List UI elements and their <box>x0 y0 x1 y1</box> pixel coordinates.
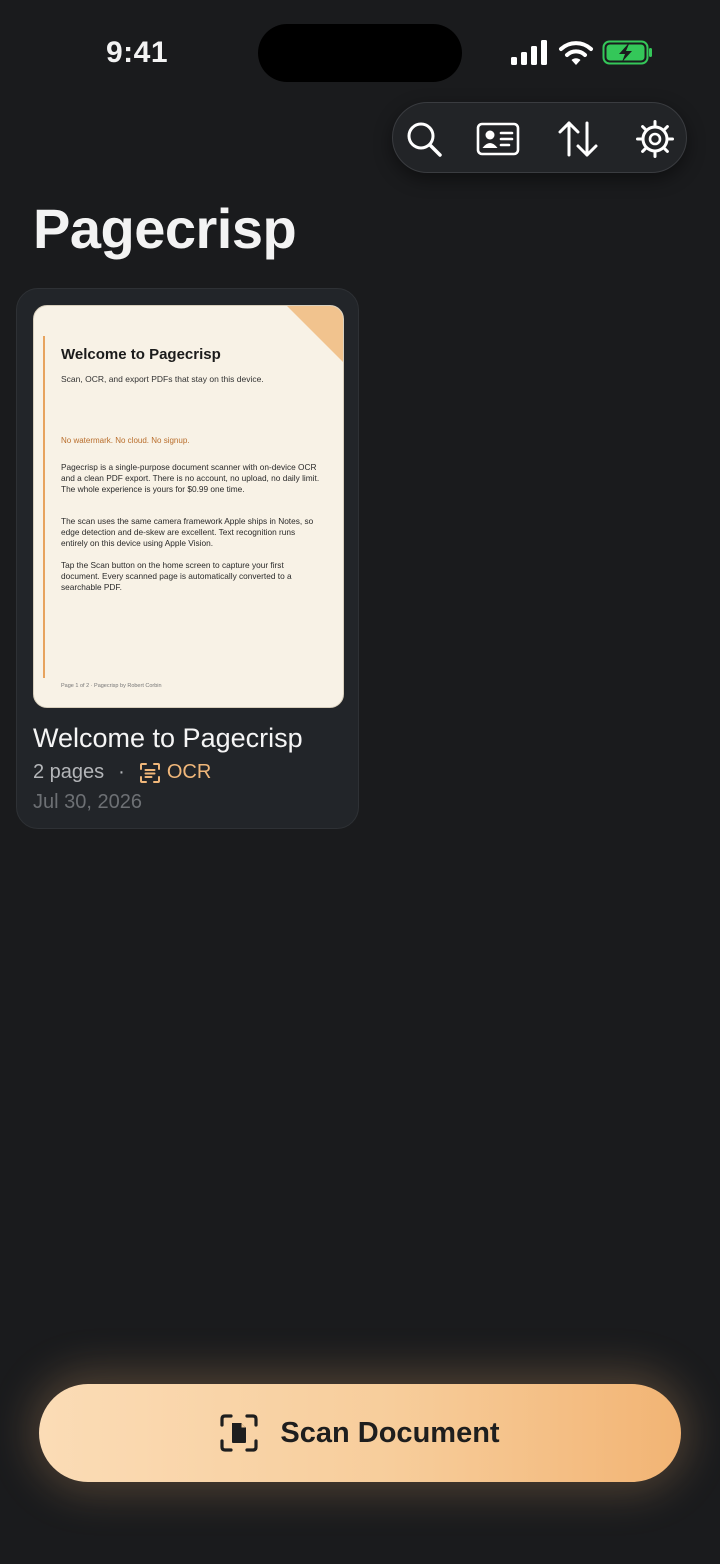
ocr-label: OCR <box>166 761 212 783</box>
page-count: 2 pages <box>33 761 105 783</box>
document-card[interactable]: Welcome to Pagecrisp Scan, OCR, and expo… <box>16 288 359 829</box>
thumbnail-paragraph: Tap the Scan button on the home screen t… <box>61 560 292 592</box>
page-fold-corner <box>287 306 343 362</box>
thumbnail-title: Welcome to Pagecrisp <box>61 346 221 363</box>
contact-card-button[interactable] <box>476 117 520 161</box>
thumbnail-subtitle: Scan, OCR, and export PDFs that stay on … <box>61 374 264 384</box>
status-bar: 9:41 <box>0 0 720 100</box>
document-meta: 2 pages · OCR <box>33 761 211 784</box>
thumbnail-paragraph: Pagecrisp is a single-purpose document s… <box>61 462 320 494</box>
page-accent-rule <box>43 336 45 678</box>
meta-separator: · <box>118 761 125 783</box>
contact-card-icon <box>476 122 520 156</box>
cellular-signal-icon <box>511 40 547 65</box>
search-icon <box>407 122 442 157</box>
top-toolbar <box>392 102 687 173</box>
battery-charging-icon <box>602 40 652 65</box>
sort-icon <box>558 121 598 157</box>
status-time: 9:41 <box>106 36 169 69</box>
scan-button-label: Scan Document <box>280 1416 500 1449</box>
thumbnail-paragraph: The scan uses the same camera framework … <box>61 516 314 548</box>
ocr-badge: OCR <box>139 761 211 784</box>
gear-icon <box>636 120 674 158</box>
document-scan-icon <box>220 1414 259 1452</box>
document-date: Jul 30, 2026 <box>33 791 142 813</box>
document-thumbnail[interactable]: Welcome to Pagecrisp Scan, OCR, and expo… <box>33 305 344 708</box>
wifi-icon <box>559 41 593 65</box>
thumbnail-footer: Page 1 of 2 · Pagecrisp by Robert Corbin <box>61 683 162 689</box>
page-title: Pagecrisp <box>33 197 297 260</box>
scan-document-button[interactable]: Scan Document <box>39 1384 681 1482</box>
search-button[interactable] <box>402 117 446 161</box>
settings-button[interactable] <box>633 117 677 161</box>
thumbnail-tagline: No watermark. No cloud. No signup. <box>61 436 190 445</box>
sort-button[interactable] <box>556 117 600 161</box>
text-recognition-icon <box>139 762 160 783</box>
dynamic-island <box>258 24 462 82</box>
document-title: Welcome to Pagecrisp <box>33 723 303 753</box>
